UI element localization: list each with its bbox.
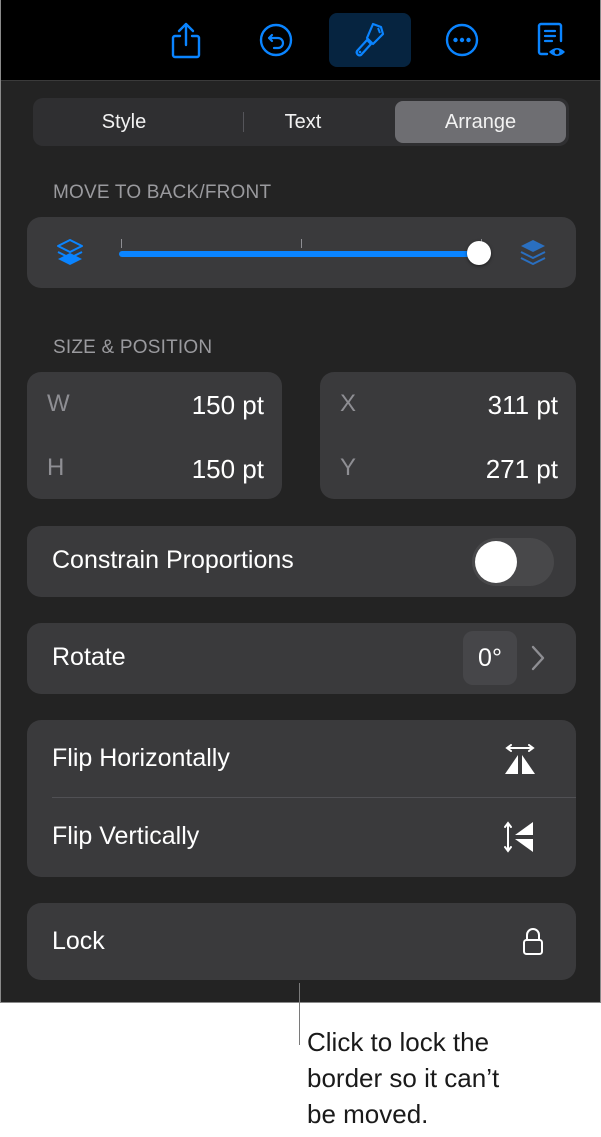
move-back-front-card — [27, 217, 576, 288]
width-field[interactable]: 150 pt — [192, 390, 264, 421]
lock-icon — [523, 928, 543, 955]
more-button[interactable] — [421, 13, 503, 67]
tab-style[interactable]: Style — [36, 101, 212, 143]
size-position-label: SIZE & POSITION — [53, 337, 213, 358]
constrain-proportions-row: Constrain Proportions — [27, 526, 576, 597]
flip-vertical-icon[interactable] — [503, 820, 537, 854]
flip-separator — [52, 797, 576, 798]
share-button[interactable] — [145, 13, 227, 67]
flip-horizontal-icon[interactable] — [503, 744, 537, 776]
lock-row[interactable]: Lock — [27, 903, 576, 980]
tab-arrange[interactable]: Arrange — [395, 101, 566, 143]
callout-line — [299, 983, 300, 1045]
tab-text[interactable]: Text — [215, 101, 391, 143]
height-field[interactable]: 150 pt — [192, 454, 264, 485]
y-field[interactable]: 271 pt — [486, 454, 558, 485]
undo-icon — [259, 23, 293, 57]
document-eye-icon — [537, 22, 565, 56]
flip-vertically-label[interactable]: Flip Vertically — [52, 822, 199, 851]
height-label: H — [47, 454, 65, 481]
move-section-label: MOVE TO BACK/FRONT — [53, 182, 272, 203]
constrain-proportions-toggle[interactable] — [472, 538, 554, 586]
toggle-knob — [475, 541, 517, 583]
format-panel: Style Text Arrange MOVE TO BACK/FRONT SI… — [0, 0, 601, 1003]
callout-text: Click to lock the border so it can’t be … — [307, 1027, 500, 1129]
paintbrush-icon — [355, 22, 385, 57]
slider-tick — [121, 239, 122, 248]
toolbar — [1, 0, 600, 81]
undo-button[interactable] — [235, 13, 317, 67]
share-icon — [171, 22, 201, 59]
y-label: Y — [340, 454, 357, 481]
more-icon — [445, 23, 479, 57]
constrain-proportions-label: Constrain Proportions — [52, 546, 294, 574]
tab-segmented-control: Style Text Arrange — [33, 98, 569, 146]
reading-view-button[interactable] — [511, 13, 593, 67]
chevron-right-icon — [531, 645, 545, 671]
width-label: W — [47, 390, 70, 417]
x-label: X — [340, 390, 357, 417]
layer-order-slider[interactable] — [119, 251, 481, 257]
size-card: W 150 pt H 150 pt — [27, 372, 282, 499]
format-button[interactable] — [329, 13, 411, 67]
rotate-row[interactable]: Rotate 0° — [27, 623, 576, 694]
rotate-value[interactable]: 0° — [463, 631, 517, 685]
lock-label: Lock — [52, 927, 105, 955]
position-card: X 311 pt Y 271 pt — [320, 372, 576, 499]
layer-order-slider-thumb[interactable] — [467, 241, 491, 265]
send-to-back-icon[interactable] — [55, 237, 85, 271]
bring-to-front-icon[interactable] — [518, 237, 548, 271]
flip-horizontally-label[interactable]: Flip Horizontally — [52, 744, 230, 773]
flip-card: Flip Horizontally Flip Vertically — [27, 720, 576, 877]
rotate-label: Rotate — [52, 643, 126, 671]
x-field[interactable]: 311 pt — [488, 390, 558, 421]
slider-tick — [301, 239, 302, 248]
